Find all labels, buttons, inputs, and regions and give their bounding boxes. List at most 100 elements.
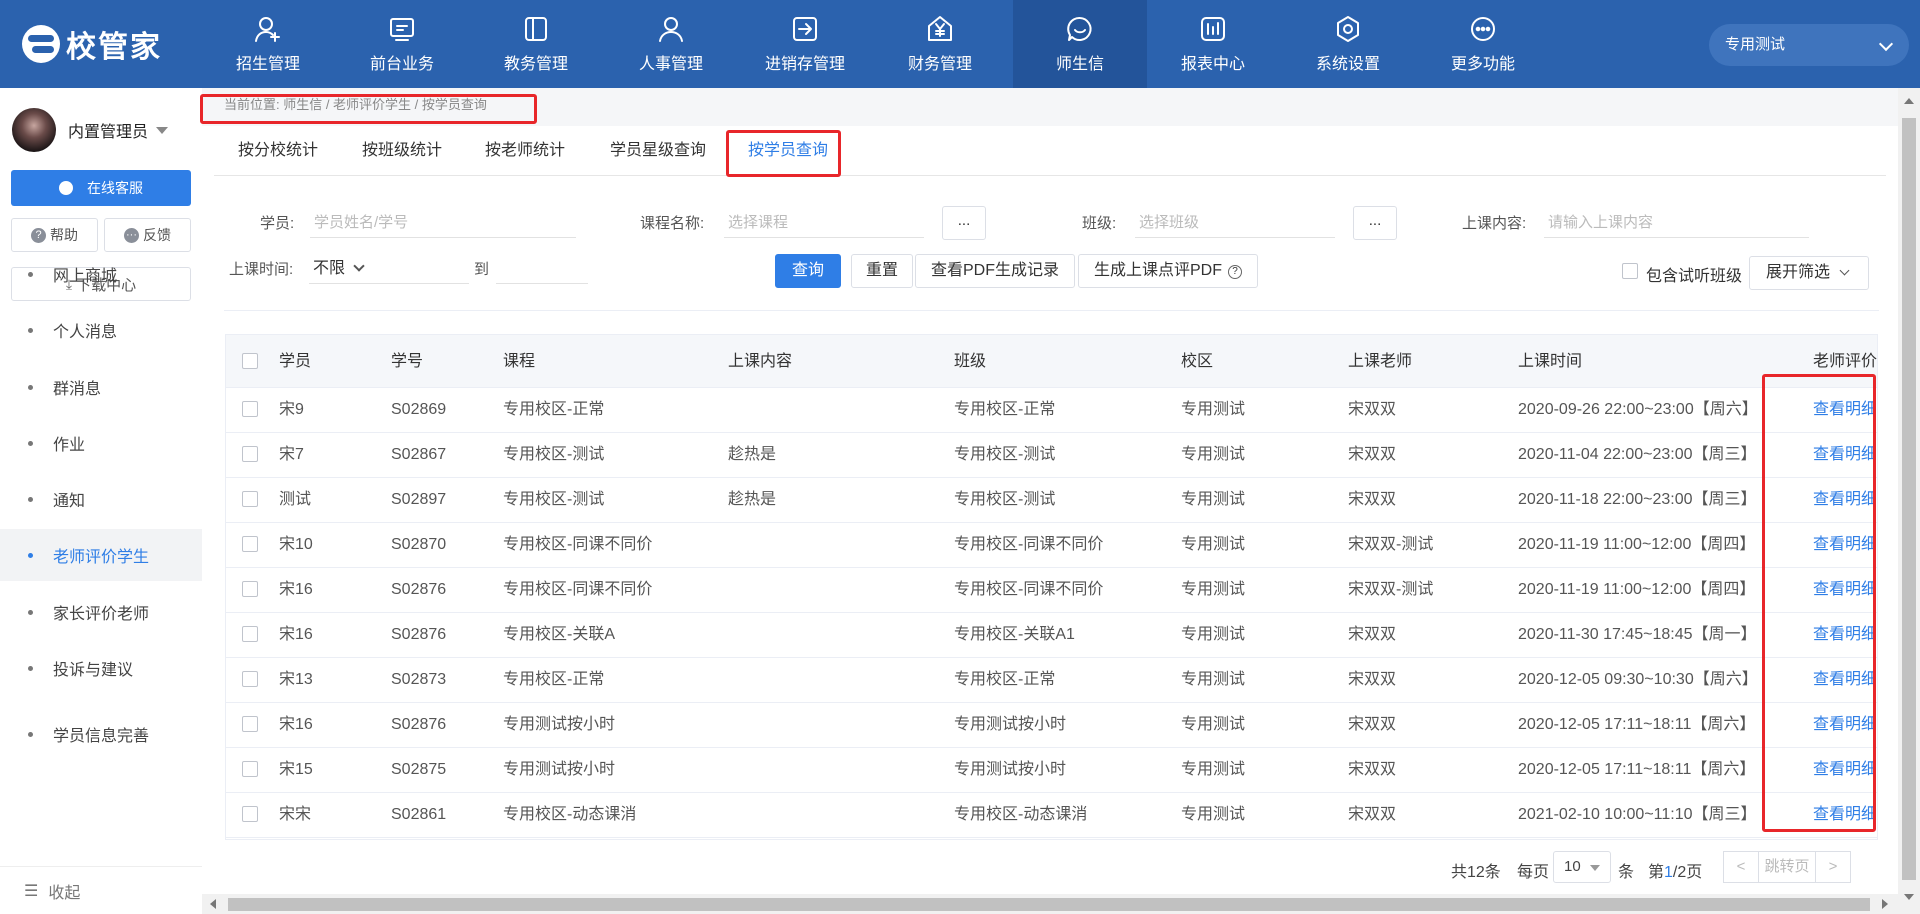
logo[interactable]: 校管家	[22, 22, 162, 66]
row-checkbox[interactable]	[242, 626, 258, 642]
nav-item-9[interactable]: 更多功能	[1416, 0, 1550, 88]
pdf-log-button[interactable]: 查看PDF生成记录	[915, 254, 1075, 288]
end-time-input[interactable]	[496, 254, 588, 284]
nav-item-2[interactable]: 教务管理	[469, 0, 603, 88]
sidebar-item-4[interactable]: 通知	[0, 473, 202, 525]
select-all-checkbox[interactable]	[242, 353, 258, 369]
class-filter-label: 班级:	[1082, 215, 1117, 232]
sidebar-item-1[interactable]: 个人消息	[0, 304, 202, 356]
table-cell: 专用测试	[1181, 581, 1246, 598]
row-checkbox[interactable]	[242, 761, 258, 777]
nav-item-5[interactable]: 财务管理	[873, 0, 1007, 88]
expand-filter-button[interactable]: 展开筛选	[1749, 256, 1869, 290]
scroll-down-arrow-icon[interactable]	[1904, 894, 1914, 900]
vertical-scroll-thumb[interactable]	[1902, 118, 1916, 880]
sidebar-item-0[interactable]: 网上商城	[0, 248, 202, 300]
tab-3[interactable]: 学员星级查询	[610, 126, 706, 176]
row-checkbox[interactable]	[242, 716, 258, 732]
scroll-up-arrow-icon[interactable]	[1904, 98, 1914, 104]
vertical-scrollbar[interactable]	[1898, 88, 1920, 914]
sidebar-item-label: 家长评价老师	[53, 606, 150, 623]
online-service-button[interactable]: 在线客服	[11, 170, 191, 206]
table-cell: 宋双双-测试	[1348, 536, 1434, 553]
row-checkbox[interactable]	[242, 671, 258, 687]
sidebar-item-5[interactable]: 老师评价学生	[0, 529, 202, 581]
tenant-label: 专用测试	[1725, 36, 1786, 53]
sidebar-item-7[interactable]: 投诉与建议	[0, 642, 202, 694]
course-picker-button[interactable]: ...	[942, 206, 986, 240]
prev-page-button[interactable]: <	[1723, 851, 1759, 883]
tenant-selector[interactable]: 专用测试	[1709, 24, 1909, 66]
sidebar-item-8[interactable]: 学员信息完善	[0, 708, 202, 760]
nav-item-8[interactable]: 系统设置	[1281, 0, 1415, 88]
time-range-value: 不限	[313, 260, 346, 277]
row-checkbox[interactable]	[242, 446, 258, 462]
include-trial-checkbox[interactable]	[1622, 263, 1638, 279]
course-select-input[interactable]: 选择课程	[724, 208, 924, 238]
chevron-down-icon	[1878, 36, 1894, 52]
bullet-dot-icon	[28, 440, 33, 446]
column-header: 校区	[1181, 353, 1214, 370]
horizontal-scroll-thumb[interactable]	[228, 898, 1870, 911]
row-checkbox[interactable]	[242, 806, 258, 822]
table-cell: 趁热是	[728, 491, 777, 508]
user-profile[interactable]: 内置管理员	[12, 108, 169, 152]
nav-item-7[interactable]: 报表中心	[1146, 0, 1280, 88]
table-row: 宋16 S02876 专用校区-同课不同价 专用校区-同课不同价 专用测试 宋双双-测试 2…	[226, 568, 1877, 613]
tab-1[interactable]: 按班级统计	[362, 126, 442, 176]
table-row: 宋16 S02876 专用校区-关联A 专用校区-关联A1 专用测试 宋双双 2020-11…	[226, 613, 1877, 658]
sidebar-item-6[interactable]: 家长评价老师	[0, 586, 202, 638]
table-cell: 宋双双	[1348, 491, 1397, 508]
jump-page-input[interactable]: 跳转页	[1758, 851, 1816, 883]
page-size-select[interactable]: 10	[1553, 851, 1611, 883]
nav-item-4[interactable]: 进销存管理	[738, 0, 872, 88]
table-cell: S02870	[391, 536, 447, 553]
sidebar-item-3[interactable]: 作业	[0, 417, 202, 469]
scroll-right-arrow-icon[interactable]	[1882, 899, 1888, 909]
column-header: 上课内容	[728, 353, 793, 370]
bullet-dot-icon	[28, 552, 33, 558]
sidebar-item-2[interactable]: 群消息	[0, 361, 202, 413]
table-header: 学员 学号 课程 上课内容 班级 校区 上课老师 上课时间 老师评价	[226, 335, 1877, 388]
bullet-dot-icon	[28, 384, 33, 390]
row-checkbox[interactable]	[242, 491, 258, 507]
table-cell: 宋双双-测试	[1348, 581, 1434, 598]
row-checkbox[interactable]	[242, 536, 258, 552]
page-prefix: 第	[1648, 864, 1665, 881]
table-cell: 专用测试按小时	[954, 761, 1067, 778]
table-cell: 专用校区-关联A1	[954, 626, 1075, 643]
collapse-button[interactable]: ☰ 收起	[0, 866, 202, 914]
class-content-input[interactable]: 请输入上课内容	[1544, 208, 1809, 238]
nav-item-3[interactable]: 人事管理	[604, 0, 738, 88]
student-search-input[interactable]: 学员姓名/学号	[310, 208, 576, 238]
table-cell: 2020-11-04 22:00~23:00【周三】	[1518, 446, 1757, 463]
nav-item-6[interactable]: 师生信	[1013, 0, 1147, 88]
table-cell: 宋宋	[279, 806, 312, 823]
tab-0[interactable]: 按分校统计	[238, 126, 318, 176]
table-cell: 专用校区-关联A	[503, 626, 616, 643]
class-picker-button[interactable]: ...	[1353, 206, 1397, 240]
table-cell: 宋双双	[1348, 806, 1397, 823]
table-cell: S02861	[391, 806, 447, 823]
question-icon: ?	[31, 227, 46, 243]
time-range-select[interactable]: 不限	[309, 254, 469, 284]
tab-2[interactable]: 按老师统计	[485, 126, 565, 176]
nav-item-1[interactable]: 前台业务	[335, 0, 469, 88]
feedback-button[interactable]: ··· 反馈	[104, 218, 191, 252]
table-cell: 专用测试	[1181, 536, 1246, 553]
reset-button[interactable]: 重置	[851, 254, 913, 288]
row-checkbox[interactable]	[242, 401, 258, 417]
scroll-left-arrow-icon[interactable]	[210, 899, 216, 909]
table-cell: 2020-11-30 17:45~18:45【周一】	[1518, 626, 1757, 643]
table-cell: 2020-12-05 17:11~18:11【周六】	[1518, 761, 1756, 778]
person-icon	[659, 17, 683, 42]
row-checkbox[interactable]	[242, 581, 258, 597]
nav-item-0[interactable]: 招生管理	[201, 0, 335, 88]
query-button[interactable]: 查询	[775, 254, 841, 288]
feedback-label: 反馈	[143, 227, 171, 243]
next-page-button[interactable]: >	[1815, 851, 1851, 883]
horizontal-scrollbar[interactable]	[202, 894, 1898, 914]
help-button[interactable]: ? 帮助	[11, 218, 98, 252]
class-select-input[interactable]: 选择班级	[1135, 208, 1335, 238]
generate-pdf-button[interactable]: 生成上课点评PDF?	[1078, 254, 1258, 288]
